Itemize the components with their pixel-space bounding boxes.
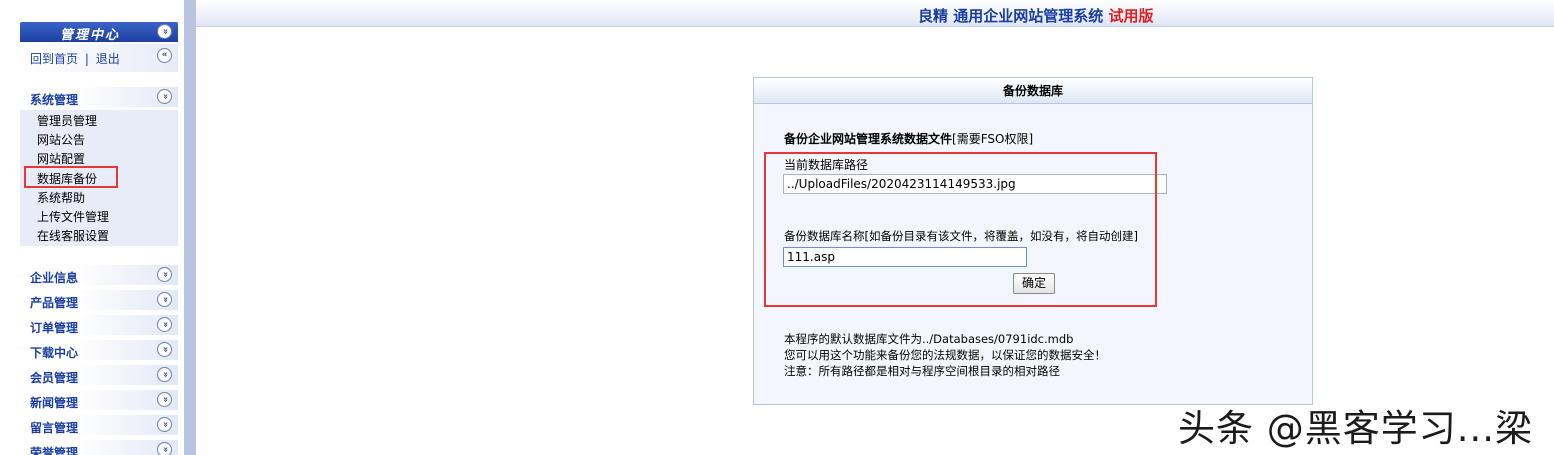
admin-center-header: 管理中心 » [20,22,178,43]
chevron-down-icon[interactable]: » [157,367,172,382]
sidebar-group-honors[interactable]: 荣誉管理 » [20,440,178,455]
chevron-down-icon[interactable]: » [157,392,172,407]
sidebar-item-online-service[interactable]: 在线客服设置 [37,227,109,244]
chevron-down-icon[interactable]: » [157,24,172,39]
chevron-down-icon[interactable]: » [157,292,172,307]
note-line-1: 本程序的默认数据库文件为../Databases/0791idc.mdb [784,332,1074,346]
backup-heading: 备份企业网站管理系统数据文件[需要FSO权限] [784,130,1033,147]
chevron-down-icon[interactable]: » [157,417,172,432]
chevron-down-icon[interactable]: » [157,89,172,104]
sidebar-item-admin-management[interactable]: 管理员管理 [37,112,97,129]
sidebar-group-system[interactable]: 系统管理 » [20,87,178,107]
chevron-down-icon[interactable]: » [157,317,172,332]
backup-heading-text: 备份企业网站管理系统数据文件 [784,132,953,146]
admin-center-title: 管理中心 [59,28,120,43]
sidebar-group-label: 产品管理 [30,296,79,310]
sidebar: 管理中心 » 回到首页 | 退出 « 系统管理 » 管理员管理 网站公告 网站配… [0,0,196,455]
sidebar-item-system-help[interactable]: 系统帮助 [37,189,85,206]
system-brand-title: 良精 通用企业网站管理系统 试用版 [918,5,1153,26]
sidebar-group-label: 订单管理 [30,321,79,335]
sidebar-item-site-notice[interactable]: 网站公告 [37,131,85,148]
home-link[interactable]: 回到首页 [30,52,78,66]
sidebar-group-label: 系统管理 [30,93,79,107]
sidebar-group-label: 新闻管理 [30,396,79,410]
sidebar-divider[interactable] [184,0,196,455]
logout-link[interactable]: 退出 [96,52,120,66]
sidebar-group-members[interactable]: 会员管理 » [20,365,178,385]
sidebar-group-orders[interactable]: 订单管理 » [20,315,178,335]
note-line-2: 您可以用这个功能来备份您的法规数据，以保证您的数据安全！ [784,348,1106,362]
home-logout-row: 回到首页 | 退出 « [20,44,178,72]
sidebar-group-label: 企业信息 [30,271,79,285]
chevron-down-icon[interactable]: » [157,442,172,455]
sidebar-group-messages[interactable]: 留言管理 » [20,415,178,435]
chevron-down-icon[interactable]: » [157,342,172,357]
top-banner: 良精 通用企业网站管理系统 试用版 [196,0,1554,27]
fso-permission-note: [需要FSO权限] [952,132,1034,146]
annotation-highlight-box [24,166,118,188]
sidebar-group-company-info[interactable]: 企业信息 » [20,265,178,285]
collapse-sidebar-icon[interactable]: « [157,48,172,63]
sidebar-item-upload-files[interactable]: 上传文件管理 [37,208,109,225]
watermark-text: 头条 @黑客学习...梁 [1178,407,1534,450]
link-separator: | [84,52,89,66]
annotation-highlight-box [764,152,1157,307]
sidebar-group-label: 荣誉管理 [30,446,79,455]
trial-edition-label: 试用版 [1108,7,1154,25]
sidebar-group-label: 留言管理 [30,421,79,435]
sidebar-group-products[interactable]: 产品管理 » [20,290,178,310]
sidebar-item-site-config[interactable]: 网站配置 [37,150,85,167]
sidebar-group-label: 下载中心 [30,346,79,360]
sidebar-group-downloads[interactable]: 下载中心 » [20,340,178,360]
note-line-3: 注意：所有路径都是相对与程序空间根目录的相对路径 [784,364,1060,378]
panel-title: 备份数据库 [754,78,1312,104]
brand-name: 良精 通用企业网站管理系统 [918,7,1104,25]
sidebar-group-news[interactable]: 新闻管理 » [20,390,178,410]
sidebar-group-label: 会员管理 [30,371,79,385]
chevron-down-icon[interactable]: » [157,267,172,282]
